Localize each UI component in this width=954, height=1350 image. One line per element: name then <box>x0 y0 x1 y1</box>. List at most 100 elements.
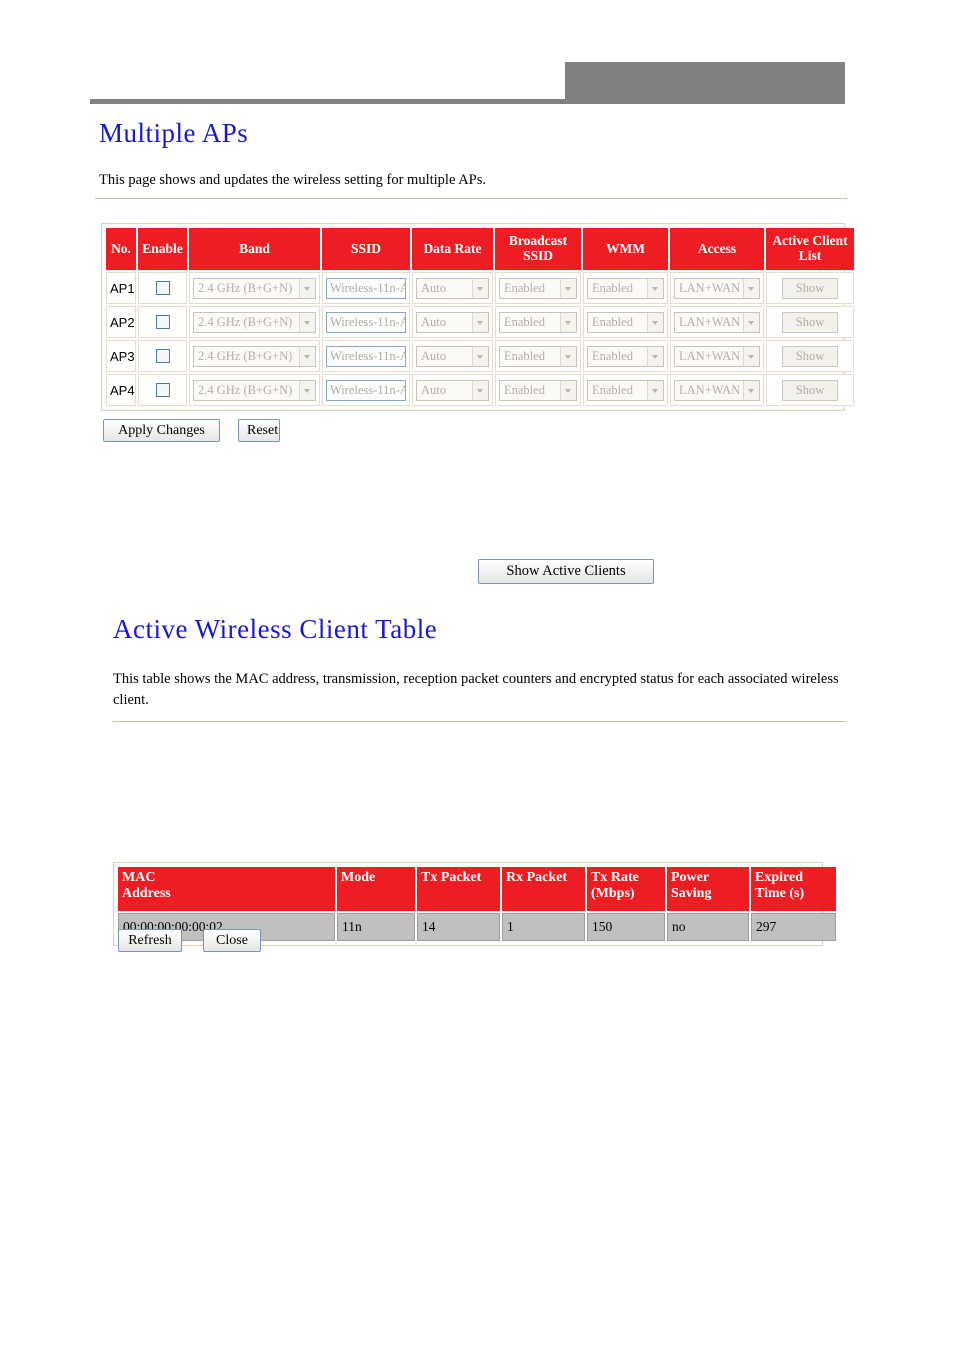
broadcast-ssid-select-value: Enabled <box>504 280 545 295</box>
chevron-down-icon <box>299 312 315 332</box>
column-header-band: Band <box>189 228 320 270</box>
ap-ssid-cell: Wireless-11n-A <box>322 340 410 372</box>
show-active-client-button[interactable]: Show <box>782 311 838 333</box>
column-header-line1: Tx Rate <box>591 870 639 885</box>
ap-access-cell: LAN+WAN <box>670 340 764 372</box>
ap-number: AP4 <box>106 374 136 406</box>
apply-changes-button[interactable]: Apply Changes <box>103 419 220 442</box>
band-select[interactable]: 2.4 GHz (B+G+N) <box>193 345 316 367</box>
broadcast-ssid-select[interactable]: Enabled <box>499 311 577 333</box>
access-select-value: LAN+WAN <box>679 382 741 397</box>
table-row: AP4 2.4 GHz (B+G+N) Wireless-11n-A Auto … <box>106 374 854 406</box>
form-actions: Apply Changes Reset <box>103 419 280 442</box>
chevron-down-icon <box>560 380 576 400</box>
column-header-broadcast-ssid: Broadcast SSID <box>495 228 581 270</box>
chevron-down-icon <box>743 380 759 400</box>
wmm-select[interactable]: Enabled <box>587 277 664 299</box>
data-rate-select[interactable]: Auto <box>416 311 489 333</box>
access-select-value: LAN+WAN <box>679 348 741 363</box>
wmm-select-value: Enabled <box>592 382 633 397</box>
broadcast-ssid-select[interactable]: Enabled <box>499 379 577 401</box>
wmm-select[interactable]: Enabled <box>587 379 664 401</box>
column-header-ssid: SSID <box>322 228 410 270</box>
reset-button[interactable]: Reset <box>238 419 280 442</box>
ap-active-client-cell: Show <box>766 272 854 304</box>
enable-checkbox[interactable] <box>155 315 170 330</box>
column-header-tx-rate: Tx Rate (Mbps) <box>587 867 665 911</box>
enable-checkbox[interactable] <box>155 383 170 398</box>
ap-wmm-cell: Enabled <box>583 306 668 338</box>
page-banner <box>0 0 954 104</box>
band-select-value: 2.4 GHz (B+G+N) <box>198 348 293 363</box>
refresh-button[interactable]: Refresh <box>118 929 182 952</box>
wmm-select-value: Enabled <box>592 314 633 329</box>
ssid-input[interactable]: Wireless-11n-A <box>326 277 406 299</box>
broadcast-ssid-select[interactable]: Enabled <box>499 277 577 299</box>
data-rate-select-value: Auto <box>421 314 446 329</box>
column-header-line1: Rx Packet <box>506 870 568 885</box>
chevron-down-icon <box>472 380 488 400</box>
broadcast-ssid-select[interactable]: Enabled <box>499 345 577 367</box>
data-rate-select[interactable]: Auto <box>416 379 489 401</box>
section-divider <box>113 721 846 722</box>
column-header-enable: Enable <box>138 228 187 270</box>
ap-band-cell: 2.4 GHz (B+G+N) <box>189 306 320 338</box>
chevron-down-icon <box>472 312 488 332</box>
show-active-client-button[interactable]: Show <box>782 345 838 367</box>
column-header-line2: (Mbps) <box>591 886 635 902</box>
band-select[interactable]: 2.4 GHz (B+G+N) <box>193 379 316 401</box>
page-title-active-wireless-client-table: Active Wireless Client Table <box>113 614 438 644</box>
data-rate-select[interactable]: Auto <box>416 277 489 299</box>
band-select[interactable]: 2.4 GHz (B+G+N) <box>193 277 316 299</box>
enable-checkbox[interactable] <box>155 281 170 296</box>
column-header-mode: Mode <box>337 867 415 911</box>
cell-power-saving: no <box>667 913 749 941</box>
access-select[interactable]: LAN+WAN <box>674 379 760 401</box>
ap-ssid-cell: Wireless-11n-A <box>322 306 410 338</box>
ap-access-cell: LAN+WAN <box>670 272 764 304</box>
ap-enable-cell <box>138 272 187 304</box>
access-select[interactable]: LAN+WAN <box>674 277 760 299</box>
chevron-down-icon <box>472 278 488 298</box>
band-select[interactable]: 2.4 GHz (B+G+N) <box>193 311 316 333</box>
cell-tx-packet: 14 <box>417 913 500 941</box>
show-active-client-button[interactable]: Show <box>782 277 838 299</box>
ssid-input[interactable]: Wireless-11n-A <box>326 379 406 401</box>
multiple-aps-table: No. Enable Band SSID Data Rate Broadcast… <box>104 226 856 408</box>
access-select-value: LAN+WAN <box>679 280 741 295</box>
ap-enable-cell <box>138 374 187 406</box>
column-header-power-saving: Power Saving <box>667 867 749 911</box>
column-header-line1: Tx Packet <box>421 870 482 885</box>
column-header-active-client-list: Active Client List <box>766 228 854 270</box>
ap-number: AP1 <box>106 272 136 304</box>
chevron-down-icon <box>560 312 576 332</box>
ap-data-rate-cell: Auto <box>412 272 493 304</box>
column-header-line2: Saving <box>671 886 712 902</box>
chevron-down-icon <box>299 380 315 400</box>
ssid-input[interactable]: Wireless-11n-A <box>326 345 406 367</box>
chevron-down-icon <box>647 380 663 400</box>
show-active-client-button[interactable]: Show <box>782 379 838 401</box>
page-description-multiple-aps: This page shows and updates the wireless… <box>99 172 487 188</box>
enable-checkbox[interactable] <box>155 349 170 364</box>
close-button[interactable]: Close <box>203 929 261 952</box>
table-row: AP2 2.4 GHz (B+G+N) Wireless-11n-A Auto … <box>106 306 854 338</box>
column-header-expired-time: Expired Time (s) <box>751 867 836 911</box>
column-header-mac-address: MAC Address <box>118 867 335 911</box>
table-row: AP1 2.4 GHz (B+G+N) Wireless-11n-A Auto … <box>106 272 854 304</box>
data-rate-select[interactable]: Auto <box>416 345 489 367</box>
column-header-line1: Expired <box>755 870 803 885</box>
multiple-aps-table-container: No. Enable Band SSID Data Rate Broadcast… <box>101 223 854 411</box>
show-active-clients-button[interactable]: Show Active Clients <box>478 559 654 584</box>
ap-access-cell: LAN+WAN <box>670 374 764 406</box>
access-select[interactable]: LAN+WAN <box>674 311 760 333</box>
chevron-down-icon <box>299 346 315 366</box>
wmm-select[interactable]: Enabled <box>587 311 664 333</box>
page-description-active-wireless-client-table: This table shows the MAC address, transm… <box>113 671 839 709</box>
ap-enable-cell <box>138 340 187 372</box>
wmm-select[interactable]: Enabled <box>587 345 664 367</box>
access-select[interactable]: LAN+WAN <box>674 345 760 367</box>
column-header-line2: Address <box>122 886 171 902</box>
ssid-input[interactable]: Wireless-11n-A <box>326 311 406 333</box>
column-header-no: No. <box>106 228 136 270</box>
